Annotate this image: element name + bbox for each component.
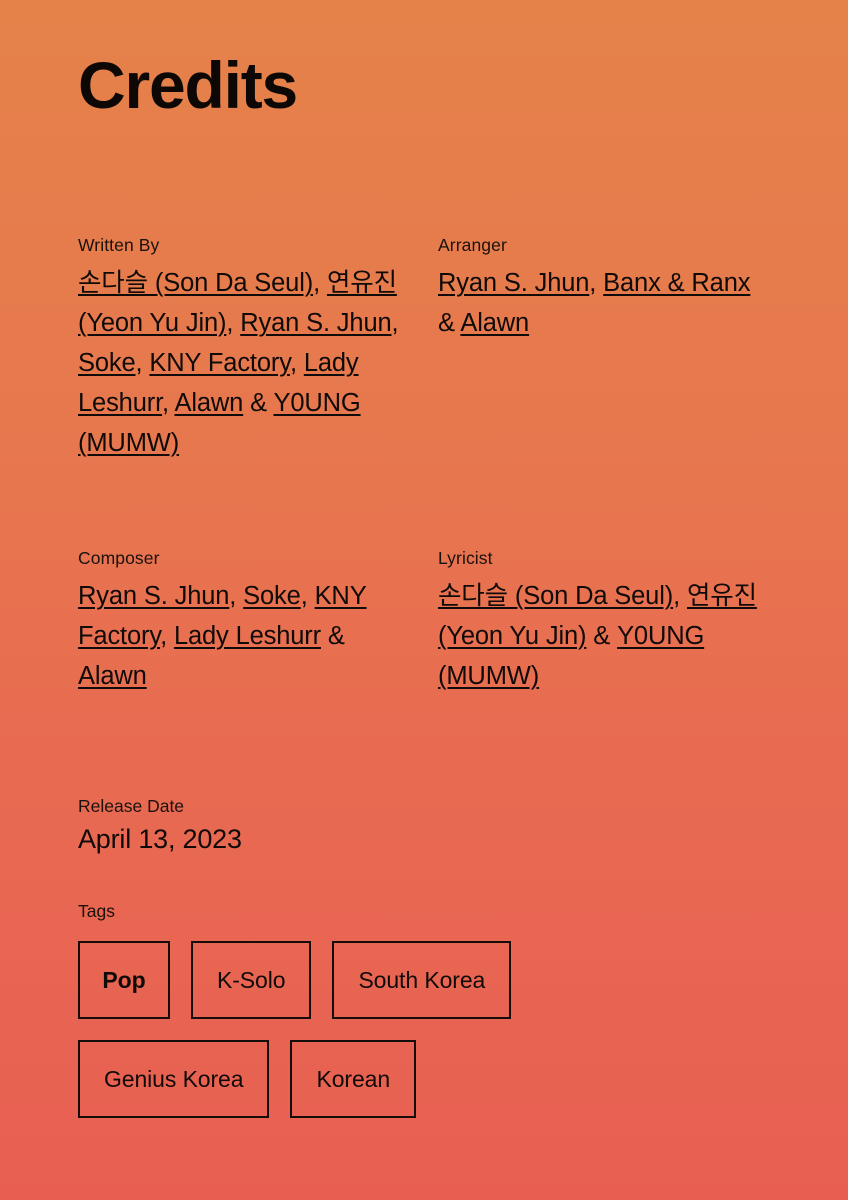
credit-separator: & [438,309,461,337]
credit-separator: , [229,582,244,610]
credit-artist-link[interactable]: KNY Factory [149,349,290,377]
credit-block-composer: Composer Ryan S. Jhun, Soke, KNY Factory… [78,547,408,696]
credit-block-lyricist: Lyricist 손다슬 (Son Da Seul), 연유진 (Yeon Yu… [438,547,768,696]
credit-separator: , [226,309,241,337]
tags-list: Pop K-Solo South Korea Genius Korea Korean [78,941,638,1118]
tag-chip[interactable]: Pop [78,941,170,1019]
credit-artist-link[interactable]: Alawn [78,662,147,690]
tag-chip[interactable]: South Korea [332,941,512,1019]
credit-artist-link[interactable]: Ryan S. Jhun [240,309,391,337]
credit-value-composer: Ryan S. Jhun, Soke, KNY Factory, Lady Le… [78,576,408,696]
credit-artist-link[interactable]: Soke [243,582,301,610]
credit-artist-link[interactable]: Ryan S. Jhun [78,582,229,610]
tag-chip[interactable]: Korean [290,1040,417,1118]
tags-block: Tags Pop K-Solo South Korea Genius Korea Kor… [78,900,778,1118]
credit-artist-link[interactable]: Banx & Ranx [603,269,750,297]
credit-artist-link[interactable]: Ryan S. Jhun [438,269,589,297]
credit-label: Composer [78,548,160,568]
credit-separator: , [589,269,604,297]
credit-separator: & [586,622,618,650]
credits-page: Credits Written By 손다슬 (Son Da Seul), 연유… [0,0,848,1200]
credit-label: Written By [78,235,160,255]
release-date-label: Release Date [78,796,185,816]
credits-grid: Written By 손다슬 (Son Da Seul), 연유진 (Yeon … [78,234,770,696]
credit-separator: , [160,622,174,650]
tag-chip[interactable]: Genius Korea [78,1040,270,1118]
credit-artist-link[interactable]: 손다슬 (Son Da Seul) [438,582,673,610]
credit-separator: , [135,349,150,377]
credit-label: Arranger [438,235,507,255]
credit-artist-link[interactable]: Alawn [460,309,529,337]
credit-separator: , [300,582,315,610]
release-date-block: Release Date April 13, 2023 [78,795,478,857]
credit-block-written-by: Written By 손다슬 (Son Da Seul), 연유진 (Yeon … [78,234,408,463]
page-title: Credits [78,48,298,122]
credit-value-arranger: Ryan S. Jhun, Banx & Ranx & Alawn [438,263,768,343]
credit-artist-link[interactable]: Alawn [174,389,243,417]
credit-artist-link[interactable]: Soke [78,349,136,377]
credit-separator: , [673,582,687,610]
tags-label: Tags [78,901,115,921]
credit-separator: & [321,622,345,650]
credit-separator: , [289,349,304,377]
credit-block-arranger: Arranger Ryan S. Jhun, Banx & Ranx & Ala… [438,234,768,463]
credit-label: Lyricist [438,548,493,568]
tag-chip[interactable]: K-Solo [191,941,312,1019]
credit-artist-link[interactable]: Lady Leshurr [174,622,321,650]
credit-artist-link[interactable]: 손다슬 (Son Da Seul) [78,269,313,297]
release-date-value: April 13, 2023 [78,824,242,854]
credit-separator: , [162,389,175,417]
credit-value-lyricist: 손다슬 (Son Da Seul), 연유진 (Yeon Yu Jin) & Y… [438,576,768,696]
credit-separator: , [391,309,399,337]
credit-value-written-by: 손다슬 (Son Da Seul), 연유진 (Yeon Yu Jin), Ry… [78,263,408,463]
credit-separator: & [243,389,274,417]
credit-separator: , [313,269,327,297]
